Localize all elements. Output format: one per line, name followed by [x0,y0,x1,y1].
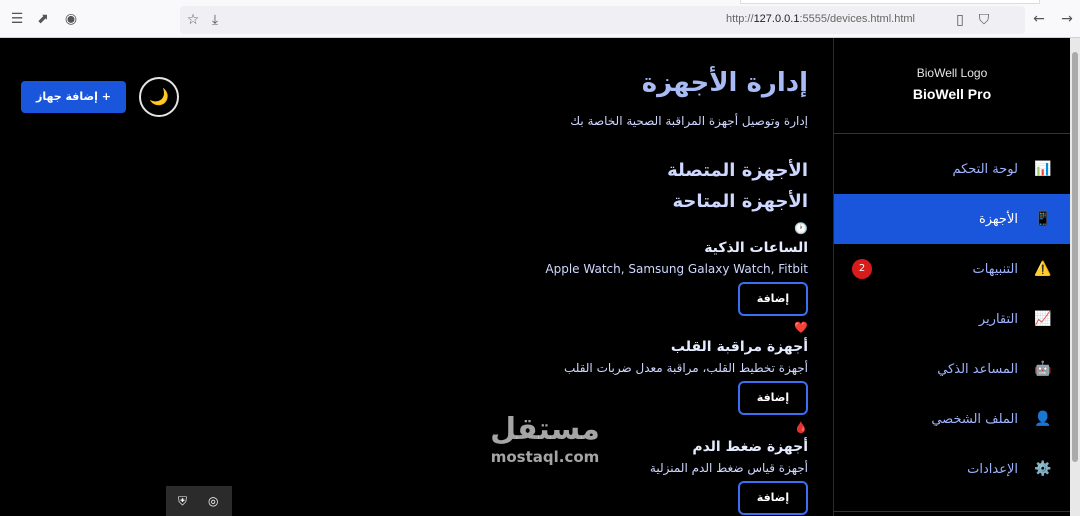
device-description: أجهزة تخطيط القلب، مراقبة معدل ضربات الق… [563,361,808,375]
watermark: مستقل mostaql.com [475,412,615,466]
page-subtitle: إدارة وتوصيل أجهزة المراقبة الصحية الخاص… [570,114,808,128]
device-description: Apple Watch, Samsung Galaxy Watch, Fitbi… [545,262,808,276]
device-name: الساعات الذكية [704,240,808,256]
trend-chart-icon: 📈 [1034,311,1052,327]
back-arrow-icon[interactable]: ← [1030,10,1048,28]
device-card: 🕐 الساعات الذكية Apple Watch, Samsung Ga… [408,222,808,316]
add-heart-monitor-button[interactable]: إضافة [738,381,808,415]
menu-icon[interactable]: ☰ [8,10,26,28]
app-icon[interactable]: ◎ [208,494,218,508]
taskbar: ⛨ ◎ [166,486,232,516]
watermark-arabic: مستقل [490,412,600,447]
sidebar-item-assistant[interactable]: 🤖 المساعد الذكي [834,344,1070,394]
gear-icon: ⚙️ [1034,461,1052,477]
bookmark-star-icon[interactable]: ☆ [184,11,202,29]
device-card: ❤️ أجهزة مراقبة القلب أجهزة تخطيط القلب،… [408,321,808,415]
add-device-button[interactable]: + إضافة جهاز [21,81,126,113]
phone-icon: 📱 [1034,211,1052,227]
robot-icon: 🤖 [1034,361,1052,377]
shield-icon[interactable]: ⛉ [975,11,993,29]
logo: BioWell Logo [916,66,988,80]
sidebar-item-devices[interactable]: 📱 الأجهزة [834,194,1070,244]
sidebar-item-reports[interactable]: 📈 التقارير [834,294,1070,344]
chart-icon: 📊 [1034,161,1052,177]
sidebar-item-alerts[interactable]: ⚠️ التنبيهات 2 [834,244,1070,294]
device-name: أجهزة مراقبة القلب [670,339,808,355]
warning-icon: ⚠️ [1034,261,1052,277]
clock-icon: 🕐 [794,222,808,235]
extensions-icon[interactable]: ⬈ [34,10,52,28]
sidebar-item-settings[interactable]: ⚙️ الإعدادات [834,444,1070,494]
sidebar-item-dashboard[interactable]: 📊 لوحة التحكم [834,144,1070,194]
sidebar-item-label: الأجهزة [978,211,1018,227]
download-icon[interactable]: ⤓ [206,11,224,29]
user-icon: 👤 [1034,411,1052,427]
sidebar-item-label: المساعد الذكي [937,361,1018,377]
scrollbar-thumb[interactable] [1072,52,1078,462]
sidebar-item-label: الإعدادات [967,461,1018,477]
page-title: إدارة الأجهزة [641,68,808,98]
sidebar-item-label: التقارير [978,311,1018,327]
alert-count-badge: 2 [852,259,872,279]
heart-icon: ❤️ [794,321,808,334]
address-bar[interactable]: ☆ ⤓ http://127.0.0.1:5555/devices.html.h… [180,6,1025,34]
url-text[interactable]: http://127.0.0.1:5555/devices.html.html [726,13,915,25]
add-smartwatch-button[interactable]: إضافة [738,282,808,316]
page-info-icon[interactable]: ▯ [951,11,969,29]
sidebar-item-label: لوحة التحكم [952,161,1018,177]
available-devices-heading: الأجهزة المتاحة [672,191,808,212]
account-icon[interactable]: ◉ [62,10,80,28]
tab-strip [740,0,1040,4]
watermark-latin: mostaql.com [490,448,600,466]
sidebar-item-label: الملف الشخصي [931,411,1018,427]
main-content: + إضافة جهاز 🌙 إدارة الأجهزة إدارة وتوصي… [0,38,833,516]
security-shield-icon[interactable]: ⛨ [178,494,187,509]
sidebar-item-label: التنبيهات [972,261,1018,277]
logo-area: BioWell Logo BioWell Pro [834,38,1070,134]
theme-toggle-button[interactable]: 🌙 [139,77,179,117]
sidebar-item-profile[interactable]: 👤 الملف الشخصي [834,394,1070,444]
sidebar-nav: 📊 لوحة التحكم 📱 الأجهزة ⚠️ التنبيهات 2 📈… [834,144,1070,494]
scrollbar[interactable] [1070,38,1080,516]
browser-toolbar: ☰ ⬈ ◉ ☆ ⤓ http://127.0.0.1:5555/devices.… [0,0,1080,38]
connected-devices-heading: الأجهزة المتصلة [667,160,808,181]
brand-name: BioWell Pro [912,86,992,102]
sidebar: BioWell Logo BioWell Pro 📊 لوحة التحكم 📱… [833,38,1071,516]
add-blood-pressure-button[interactable]: إضافة [738,481,808,515]
divider [834,511,1071,512]
moon-icon: 🌙 [149,87,169,106]
forward-arrow-icon[interactable]: → [1058,10,1076,28]
